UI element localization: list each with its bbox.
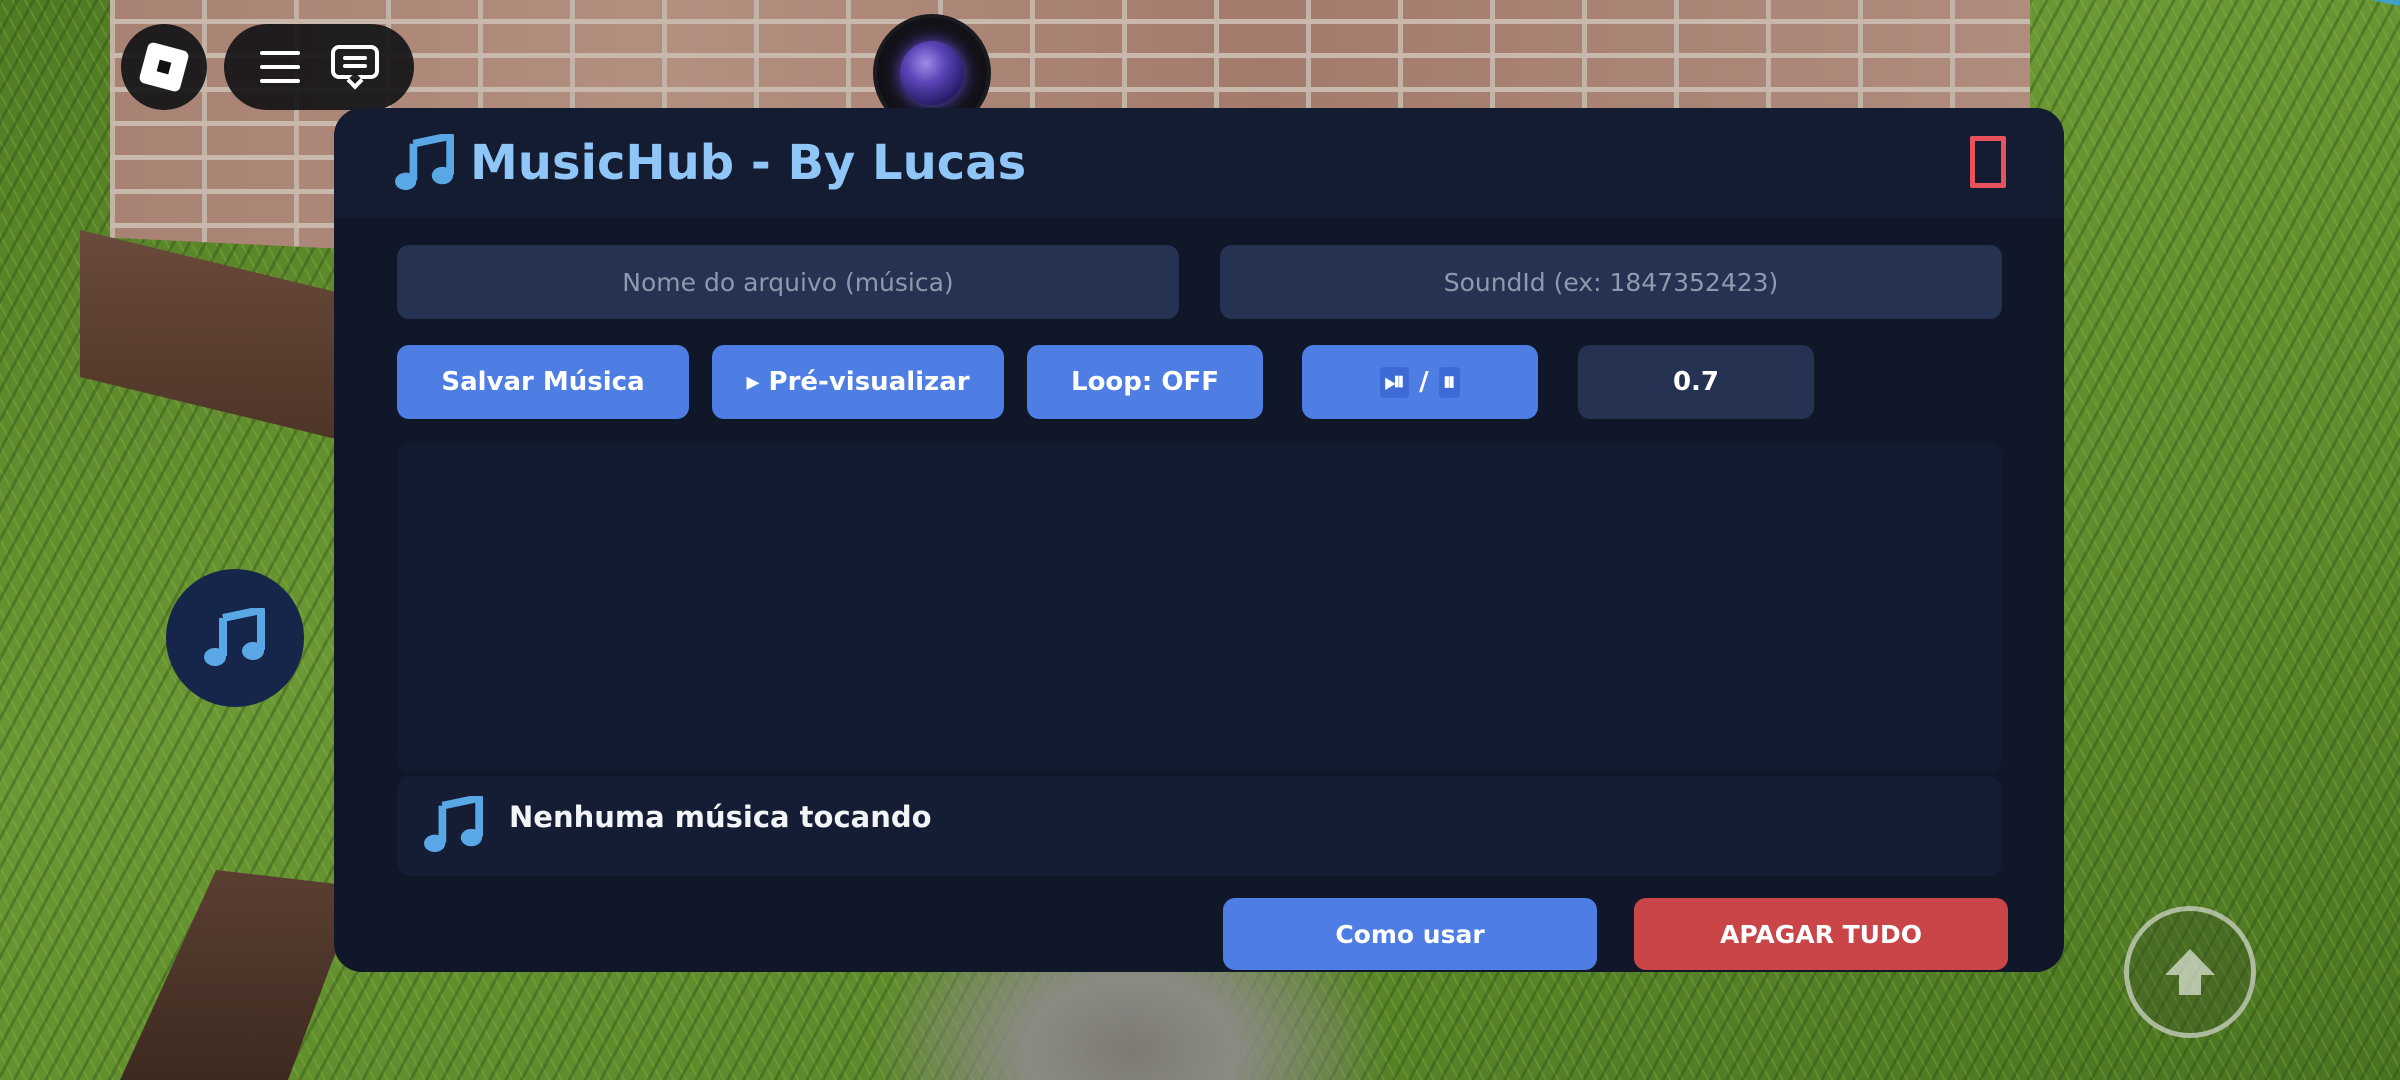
music-note-icon <box>424 796 483 853</box>
music-note-icon <box>204 608 265 666</box>
preview-button[interactable]: ▸ Pré-visualizar <box>712 345 1004 419</box>
avatar-orb-icon <box>900 41 964 105</box>
how-to-use-button[interactable]: Como usar <box>1223 898 1597 970</box>
sound-id-input[interactable] <box>1220 245 2002 319</box>
play-pause-icon: ⏯ <box>1380 366 1410 398</box>
pause-icon: ⏸ <box>1438 366 1460 398</box>
music-list[interactable] <box>397 442 2002 772</box>
hamburger-menu-icon[interactable] <box>259 51 300 83</box>
wooden-ledge <box>120 870 360 1080</box>
jump-button[interactable] <box>2124 906 2256 1038</box>
close-icon[interactable] <box>1970 136 2006 188</box>
window-header: MusicHub - By Lucas <box>334 108 2064 218</box>
music-launcher-button[interactable] <box>166 569 304 707</box>
song-name-input[interactable] <box>397 245 1179 319</box>
roblox-logo-icon <box>138 41 190 93</box>
sound-id-field[interactable] <box>1220 245 2002 319</box>
wall-shadow <box>80 230 340 440</box>
topbar-pill <box>224 24 414 110</box>
musichub-window: MusicHub - By Lucas Salvar Música ▸ Pré-… <box>334 108 2064 972</box>
roblox-menu-button[interactable] <box>121 24 207 110</box>
window-title: MusicHub - By Lucas <box>394 134 1026 192</box>
loop-toggle-button[interactable]: Loop: OFF <box>1027 345 1263 419</box>
volume-input[interactable]: 0.7 <box>1578 345 1814 419</box>
now-playing-text: Nenhuma música tocando <box>509 800 932 834</box>
chat-icon[interactable] <box>330 45 379 90</box>
music-note-icon <box>395 134 454 191</box>
play-pause-separator: / <box>1419 367 1429 397</box>
blue-rail <box>2133 0 2400 59</box>
window-title-text: MusicHub - By Lucas <box>470 135 1027 191</box>
delete-all-button[interactable]: APAGAR TUDO <box>1634 898 2008 970</box>
save-music-button[interactable]: Salvar Música <box>397 345 689 419</box>
arrow-up-icon <box>2165 949 2215 995</box>
play-pause-button[interactable]: ⏯ / ⏸ <box>1302 345 1538 419</box>
now-playing-bar: Nenhuma música tocando <box>397 776 2002 876</box>
song-name-field[interactable] <box>397 245 1179 319</box>
